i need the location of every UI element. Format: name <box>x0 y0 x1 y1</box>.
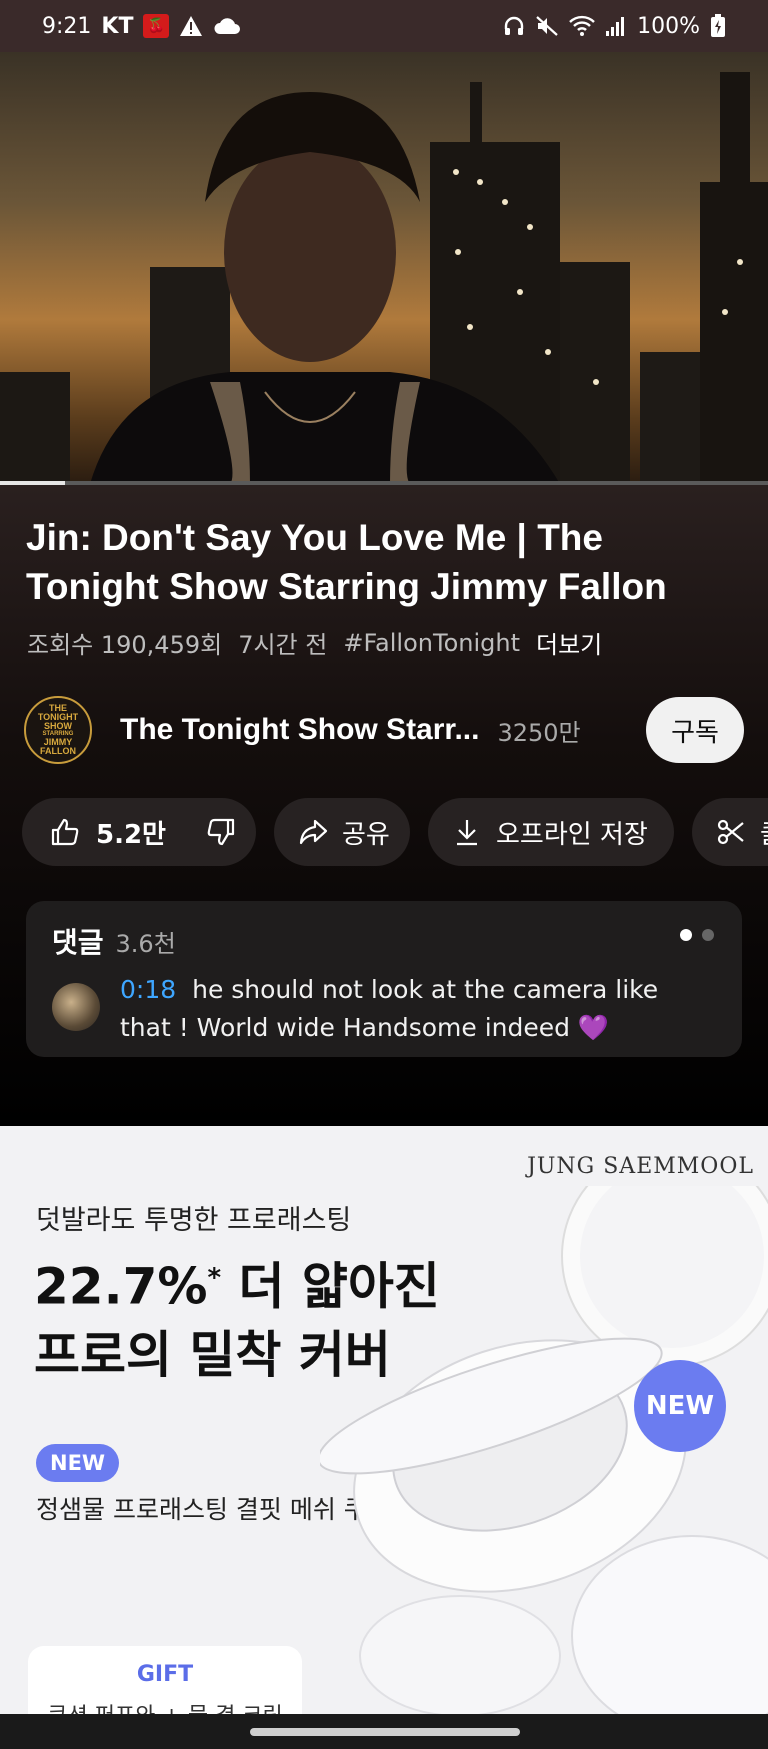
video-player[interactable] <box>0 52 768 484</box>
channel-logo-line: SHOW <box>44 721 72 731</box>
download-button[interactable]: 오프라인 저장 <box>428 798 674 866</box>
battery-percent: 100% <box>637 13 700 39</box>
ad-gift-card: GIFT 쿠션 퍼프와 + 물 결 크림 <box>28 1646 302 1714</box>
mute-icon <box>535 15 559 37</box>
carrier-app-icon: 🍒 <box>143 14 170 38</box>
comment-timestamp-link[interactable]: 0:18 <box>120 975 176 1004</box>
channel-logo-line: FALLON <box>40 746 76 756</box>
thumbs-down-icon <box>207 818 235 846</box>
clip-button[interactable]: 클 <box>692 798 768 866</box>
video-info-panel: Jin: Don't Say You Love Me | The Tonight… <box>0 485 768 1125</box>
view-count: 조회수 190,459회 <box>27 631 223 659</box>
ad-headline-stat: 22.7% <box>34 1257 208 1316</box>
ad-product-image <box>320 1186 768 1714</box>
download-label: 오프라인 저장 <box>496 819 648 850</box>
like-dislike-group: 5.2만 <box>22 798 256 866</box>
ad-new-pill: NEW <box>36 1444 120 1482</box>
status-carrier: KT <box>101 13 134 39</box>
hashtag-link[interactable]: #FallonTonight <box>343 629 520 657</box>
ad-subheading: 덧발라도 투명한 프로래스팅 <box>36 1205 352 1236</box>
channel-avatar[interactable]: THE TONIGHT SHOW STARRING JIMMY FALLON <box>24 696 92 764</box>
headphones-icon <box>503 15 525 37</box>
share-button[interactable]: 공유 <box>274 798 410 866</box>
video-title[interactable]: Jin: Don't Say You Love Me | The Tonight… <box>26 513 746 611</box>
home-gesture-handle[interactable] <box>250 1728 520 1736</box>
channel-name[interactable]: The Tonight Show Starr... <box>120 713 479 747</box>
share-label: 공유 <box>342 819 390 850</box>
dislike-button[interactable] <box>206 817 236 847</box>
comments-header: 댓글 3.6천 <box>52 921 176 961</box>
comments-label: 댓글 <box>52 926 104 959</box>
ad-gift-label: GIFT <box>136 1662 194 1687</box>
download-icon <box>457 820 477 846</box>
top-comment: 0:18 he should not look at the camera li… <box>120 971 700 1047</box>
ad-gift-line: 쿠션 퍼프와 + 물 결 크림 <box>28 1698 302 1714</box>
subscriber-count: 3250만 <box>497 718 581 747</box>
battery-charging-icon <box>710 14 726 38</box>
comments-count: 3.6천 <box>115 930 176 958</box>
ad-new-badge: NEW <box>634 1360 726 1452</box>
scissors-icon <box>717 819 744 845</box>
share-icon <box>299 819 328 845</box>
ad-new-badge-label: NEW <box>645 1391 715 1421</box>
comment-text: he should not look at the camera like th… <box>120 975 659 1042</box>
video-meta[interactable]: 조회수 190,459회 7시간 전 #FallonTonight 더보기 <box>27 625 602 660</box>
wifi-icon <box>569 15 595 37</box>
subscribe-button[interactable]: 구독 <box>646 697 744 763</box>
status-bar: 9:21 KT 🍒 100% <box>0 0 768 52</box>
action-bar: 5.2만 공유 오프라인 저장 클 <box>22 798 768 866</box>
alert-icon <box>179 15 203 37</box>
more-link[interactable]: 더보기 <box>536 625 602 660</box>
carousel-dot-active <box>680 929 692 941</box>
like-count: 5.2만 <box>96 819 166 850</box>
comments-teaser[interactable]: 댓글 3.6천 0:18 he should not look at the c… <box>26 901 742 1057</box>
status-left: 9:21 KT 🍒 <box>42 14 241 39</box>
carousel-dot <box>702 929 714 941</box>
status-right: 100% <box>503 14 726 39</box>
commenter-avatar <box>52 983 100 1031</box>
upload-age: 7시간 전 <box>238 631 328 659</box>
video-frame <box>0 72 768 484</box>
cloud-icon <box>213 17 241 35</box>
carousel-dots <box>680 929 714 941</box>
thumbs-up-icon <box>51 818 79 846</box>
status-time: 9:21 <box>42 13 92 39</box>
clip-label: 클 <box>760 814 768 851</box>
system-nav-bar <box>0 1714 768 1749</box>
like-button[interactable]: 5.2만 <box>50 814 166 851</box>
ad-headline-mark: * <box>207 1263 222 1293</box>
channel-row: THE TONIGHT SHOW STARRING JIMMY FALLON T… <box>24 695 744 765</box>
ad-brand-logo: JUNG SAEMMOOL <box>527 1154 754 1179</box>
ad-banner[interactable]: JUNG SAEMMOOL 덧발라도 투명한 프로래스팅 22.7%* 더 얇아… <box>0 1126 768 1714</box>
signal-icon <box>605 15 627 37</box>
